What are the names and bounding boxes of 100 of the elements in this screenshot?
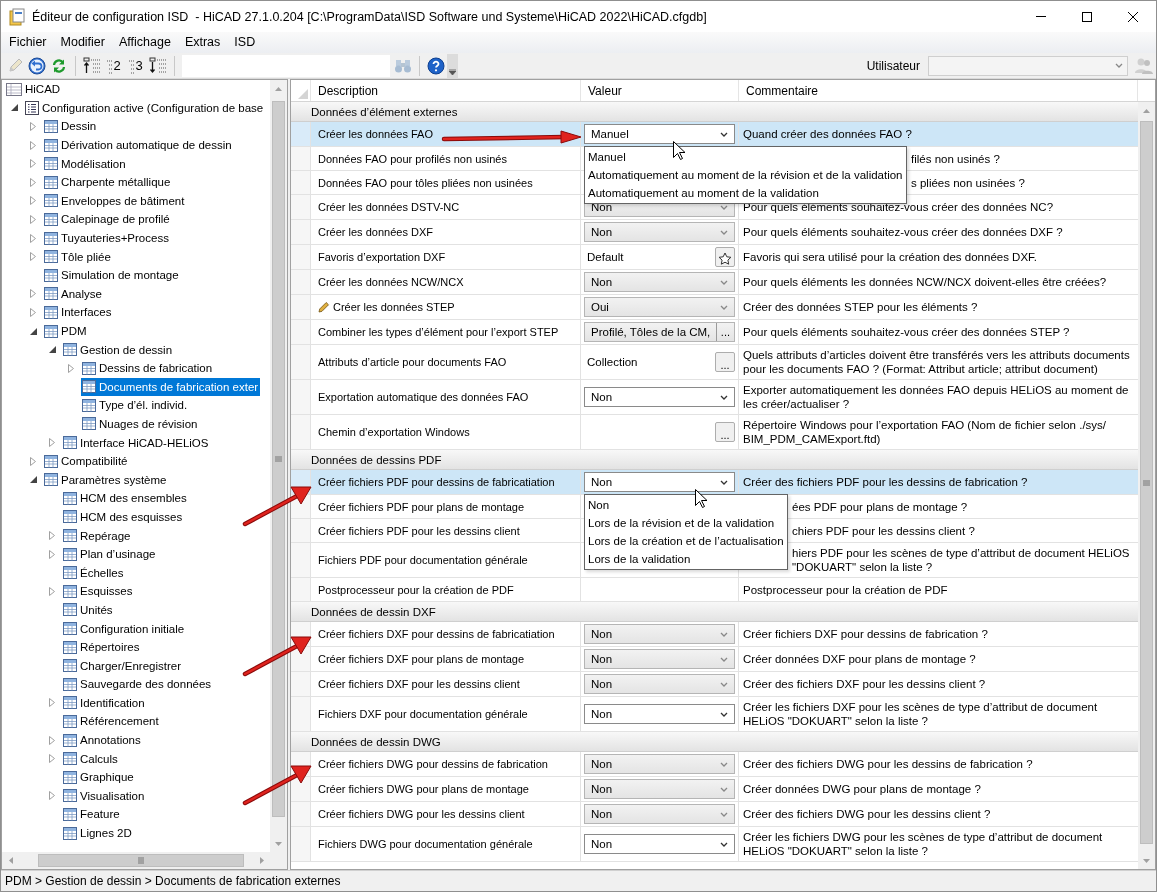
menu-item[interactable]: Extras: [177, 32, 228, 53]
collapsed-arrow-icon[interactable]: [30, 177, 36, 187]
dropdown[interactable]: Oui: [584, 297, 735, 317]
tree-item[interactable]: Type d’él. individ.: [81, 396, 190, 415]
browse-button[interactable]: ...: [715, 422, 735, 442]
scroll-left-icon[interactable]: [8, 857, 13, 864]
dropdown[interactable]: Non: [584, 779, 735, 799]
property-row[interactable]: Postprocesseur pour la création de PDF Postprocesseur pour la création de PDF: [291, 578, 1138, 602]
column-header[interactable]: Valeur: [581, 80, 739, 101]
property-row[interactable]: Créer les données NCW/NCX Non Pour quels éléments les données NCW/NCX doivent-elles être créées?: [291, 270, 1138, 295]
dropdown[interactable]: Non: [584, 387, 735, 407]
tree-item[interactable]: Simulation de montage: [43, 266, 181, 285]
section-header[interactable]: Données de dessin DXF: [291, 602, 1138, 622]
section-header[interactable]: Données de dessins PDF: [291, 450, 1138, 470]
tree-item[interactable]: Interfaces: [43, 303, 114, 322]
collapsed-arrow-icon[interactable]: [30, 159, 36, 169]
tree-item[interactable]: Gestion de dessin: [62, 340, 175, 359]
tree-item[interactable]: Repérage: [62, 526, 133, 545]
scroll-up-icon[interactable]: [275, 86, 282, 91]
tree-item[interactable]: Tuyauteries+Process: [43, 229, 171, 248]
dropdown[interactable]: Manuel: [584, 124, 735, 144]
tree-item[interactable]: HiCAD: [5, 80, 63, 99]
tree-item[interactable]: Répertoires: [62, 638, 142, 657]
toolbar-field[interactable]: [182, 54, 390, 77]
dropdown[interactable]: Non: [584, 804, 735, 824]
scroll-down-icon[interactable]: [275, 841, 282, 846]
menu-item[interactable]: Modifier: [53, 32, 112, 53]
scroll-right-icon[interactable]: [259, 857, 264, 864]
collapsed-arrow-icon[interactable]: [30, 289, 36, 299]
scrollbar-thumb[interactable]: [272, 101, 285, 817]
dropdown[interactable]: Non: [584, 472, 735, 492]
property-row[interactable]: Créer fichiers DWG pour dessins de fabrication Non Créer des fichiers DWG pour les dessins de fabrication ?: [291, 752, 1138, 777]
dropdown[interactable]: Non: [584, 624, 735, 644]
tree-item[interactable]: Charger/Enregistrer: [62, 656, 183, 675]
tree-item[interactable]: Dessin: [43, 117, 99, 136]
scrollbar-thumb[interactable]: [38, 854, 244, 867]
tree-item[interactable]: Visualisation: [62, 786, 147, 805]
collapsed-arrow-icon[interactable]: [49, 791, 55, 801]
property-row[interactable]: [291, 345, 1138, 380]
level-button[interactable]: 2: [103, 54, 125, 77]
tree-item[interactable]: Calepinage de profilé: [43, 210, 172, 229]
dropdown[interactable]: Non: [584, 272, 735, 292]
tree-item[interactable]: Paramètres système: [43, 470, 169, 489]
tree-item[interactable]: Sauvegarde des données: [62, 675, 214, 694]
property-row[interactable]: Créer les données DXF Non Pour quels éléments souhaitez-vous créer des données DXF ?: [291, 220, 1138, 245]
property-row[interactable]: Créer fichiers DXF pour plans de montage Non Créer données DXF pour plans de montage ?: [291, 647, 1138, 672]
tree-item[interactable]: Interface HiCAD-HELiOS: [62, 433, 211, 452]
tree-item[interactable]: HCM des ensembles: [62, 489, 189, 508]
tree-item[interactable]: Référencement: [62, 712, 161, 731]
dropdown[interactable]: Non: [584, 674, 735, 694]
property-row[interactable]: Combiner les types d’élément pour l’export STEP Profilé, Tôles de la CM, ... Pour quels éléments souhaitez-vous créer des données STEP ?: [291, 320, 1138, 345]
collapsed-arrow-icon[interactable]: [30, 252, 36, 262]
expanded-arrow-icon[interactable]: [10, 104, 18, 112]
dropdown[interactable]: Non: [584, 834, 735, 854]
dropdown-option[interactable]: Lors de la révision et de la validation: [585, 514, 787, 532]
dropdown-option[interactable]: Non: [585, 496, 787, 514]
column-header[interactable]: Description: [311, 80, 581, 101]
dropdown[interactable]: Non: [584, 222, 735, 242]
collapsed-arrow-icon[interactable]: [49, 586, 55, 596]
tree-item[interactable]: Compatibilité: [43, 452, 130, 471]
property-row[interactable]: Chemin d’exportation Windows ... Répertoire Windows pour l’exportation FAO (Nom de fichier selon ./sys/ BIM_PDM_CAMExport.ftd): [291, 415, 1138, 450]
tree-item[interactable]: HCM des esquisses: [62, 507, 185, 526]
favorites-button[interactable]: [715, 247, 735, 267]
tree-item[interactable]: Modélisation: [43, 154, 128, 173]
dropdown-option[interactable]: Automatiquement au moment de la révision et de la validation: [585, 166, 906, 184]
tree-item[interactable]: Annotations: [62, 731, 143, 750]
property-row[interactable]: Créer les données FAO Manuel Quand créer des données FAO ?: [291, 122, 1138, 147]
property-row[interactable]: Exportation automatique des données FAO Non Exporter automatiquement les données FAO depuis HELiOS au moment de les créer/actualiser ?: [291, 380, 1138, 415]
collapsed-arrow-icon[interactable]: [30, 122, 36, 131]
scrollbar[interactable]: [1138, 102, 1155, 869]
section-header[interactable]: Données d’élément externes: [291, 102, 1138, 122]
column-header[interactable]: Commentaire: [739, 80, 1138, 101]
property-row[interactable]: Favoris d’exportation DXF Default Favoris qui sera utilisé pour la création des données DXF.: [291, 245, 1138, 270]
scroll-down-icon[interactable]: [1143, 858, 1150, 863]
property-row[interactable]: Créer fichiers DWG pour les dessins client Non Créer des fichiers DWG pour les dessins client ?: [291, 802, 1138, 827]
dropdown[interactable]: Non: [584, 754, 735, 774]
tree-item[interactable]: Nuages de révision: [81, 415, 200, 433]
collapsed-arrow-icon[interactable]: [30, 214, 36, 224]
collapsed-arrow-icon[interactable]: [30, 307, 36, 317]
level-button[interactable]: 3: [125, 54, 147, 77]
expanded-arrow-icon[interactable]: [48, 346, 56, 354]
collapsed-arrow-icon[interactable]: [30, 196, 36, 206]
collapsed-arrow-icon[interactable]: [49, 549, 55, 559]
tree-item[interactable]: Identification: [62, 693, 147, 712]
dropdown-option[interactable]: Lors de la création et de l’actualisation: [585, 532, 787, 550]
property-row[interactable]: Créer fichiers DXF pour dessins de fabricatiation Non Créer fichiers DXF pour dessins de fabrication ?: [291, 622, 1138, 647]
browse-button[interactable]: ...: [715, 323, 734, 341]
scrollbar[interactable]: [2, 852, 270, 869]
value-field[interactable]: Profilé, Tôles de la CM, ...: [584, 322, 735, 342]
browse-button[interactable]: ...: [715, 352, 735, 372]
tree-item[interactable]: Esquisses: [62, 582, 135, 601]
menu-item[interactable]: Affichage: [112, 32, 178, 53]
tree-item[interactable]: Charpente métallique: [43, 173, 173, 192]
property-row[interactable]: Créer fichiers DWG pour plans de montage Non Créer données DWG pour plans de montage ?: [291, 777, 1138, 802]
tree-item[interactable]: Lignes 2D: [62, 824, 134, 843]
dropdown[interactable]: Non: [584, 704, 735, 724]
tree-item[interactable]: Dérivation automatique de dessin: [43, 136, 234, 155]
section-header[interactable]: Données de dessin DWG: [291, 732, 1138, 752]
menu-item[interactable]: ISD: [227, 32, 263, 53]
property-row[interactable]: Fichiers DXF pour documentation générale Non Créer les fichiers DXF pour les scènes de type d’attribut de document HELiOS "DOKUART" selon la liste ?: [291, 697, 1138, 732]
